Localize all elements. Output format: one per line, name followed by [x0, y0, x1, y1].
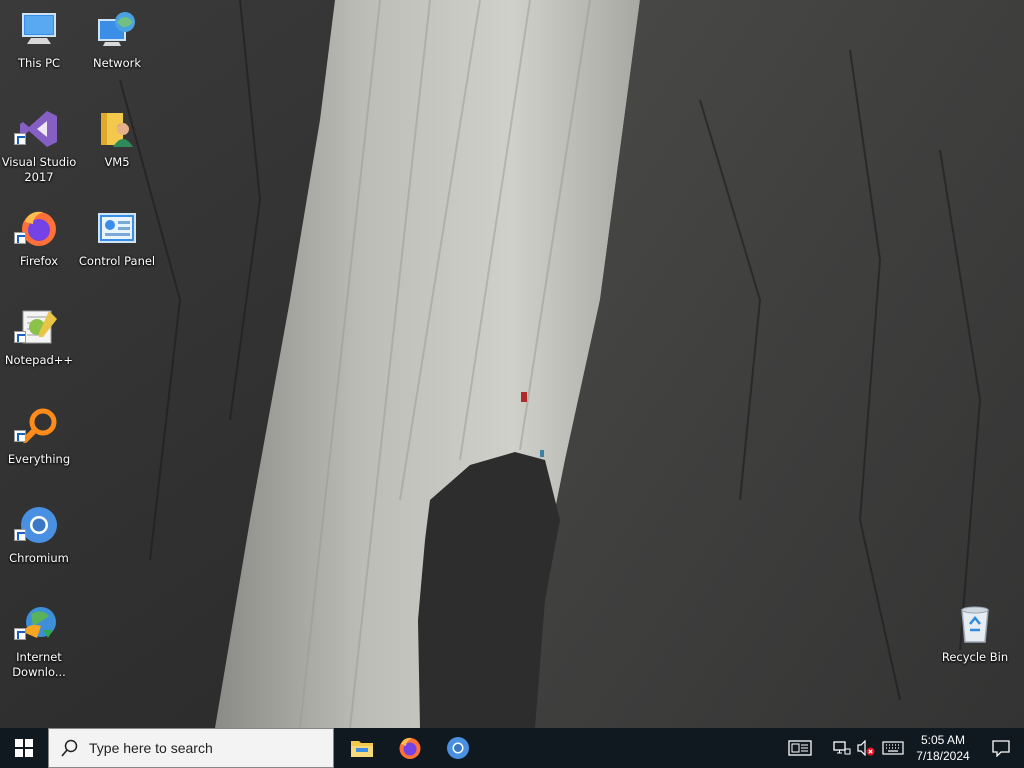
shortcut-arrow-icon [14, 232, 26, 244]
desktop-icon-label: Internet Downlo... [12, 650, 66, 679]
desktop-icon-firefox[interactable]: Firefox [0, 202, 78, 294]
user-folder-icon [97, 109, 137, 149]
desktop-icon-label: Chromium [9, 551, 69, 565]
desktop-icon-label: VM5 [104, 155, 130, 169]
desktop-icon-vm5[interactable]: VM5 [78, 103, 156, 195]
taskbar-search-box[interactable]: Type here to search [48, 728, 334, 768]
desktop-icon-chromium[interactable]: Chromium [0, 499, 78, 591]
desktop-icon-label: Everything [7, 452, 71, 466]
file-explorer-icon [351, 741, 373, 757]
recycle-bin-icon [955, 604, 995, 644]
windows-logo-icon [15, 739, 33, 757]
news-widget-button[interactable] [782, 728, 818, 768]
shortcut-arrow-icon [14, 133, 26, 145]
desktop-icon-notepad-plus-plus[interactable]: Notepad++ [0, 301, 78, 393]
clock-date: 7/18/2024 [916, 749, 970, 763]
shortcut-arrow-icon [14, 628, 26, 640]
desktop-icon-label: This PC [17, 56, 61, 70]
taskbar-file-explorer[interactable] [338, 728, 386, 768]
desktop-icon-visual-studio-2017[interactable]: Visual Studio 2017 [0, 103, 78, 195]
desktop-icon-internet-download-manager[interactable]: Internet Downlo... [0, 598, 78, 690]
network-status-button[interactable] [830, 728, 854, 768]
desktop-icon-label: Network [92, 56, 142, 70]
search-icon [61, 739, 78, 757]
volume-button[interactable] [854, 728, 878, 768]
taskbar: Type here to search 5:05 AM 7/18/2024 [0, 728, 1024, 768]
desktop-icon-label: Notepad++ [4, 353, 74, 367]
shortcut-arrow-icon [14, 430, 26, 442]
clock-time: 5:05 AM [920, 733, 965, 747]
control-panel-icon [97, 208, 137, 248]
desktop-icon-label: Recycle Bin [941, 650, 1009, 664]
desktop-icon-control-panel[interactable]: Control Panel [78, 202, 156, 294]
desktop-icon-network[interactable]: Network [78, 4, 156, 96]
touch-keyboard-icon [882, 741, 904, 755]
start-button[interactable] [0, 728, 48, 768]
firefox-icon [399, 737, 421, 759]
speaker-muted-icon [857, 740, 875, 756]
desktop-icon-this-pc[interactable]: This PC [0, 4, 78, 96]
chromium-icon [447, 737, 469, 759]
desktop-icon-everything[interactable]: Everything [0, 400, 78, 492]
taskbar-firefox[interactable] [386, 728, 434, 768]
notifications-icon [992, 740, 1010, 757]
system-tray: 5:05 AM 7/18/2024 [782, 728, 1024, 768]
network-icon [833, 741, 851, 755]
search-placeholder: Type here to search [89, 740, 213, 756]
action-center-button[interactable] [978, 728, 1024, 768]
news-widget-icon [788, 740, 812, 756]
taskbar-chromium[interactable] [434, 728, 482, 768]
desktop-icon-label: Control Panel [78, 254, 156, 268]
desktop-icon-label: Visual Studio 2017 [1, 155, 77, 184]
shortcut-arrow-icon [14, 529, 26, 541]
desktop-icon-label: Firefox [19, 254, 59, 268]
touch-keyboard-button[interactable] [878, 728, 908, 768]
network-icon [97, 10, 137, 50]
taskbar-clock[interactable]: 5:05 AM 7/18/2024 [908, 728, 978, 768]
shortcut-arrow-icon [14, 331, 26, 343]
computer-icon [19, 10, 59, 50]
desktop-icon-recycle-bin[interactable]: Recycle Bin [936, 598, 1014, 690]
